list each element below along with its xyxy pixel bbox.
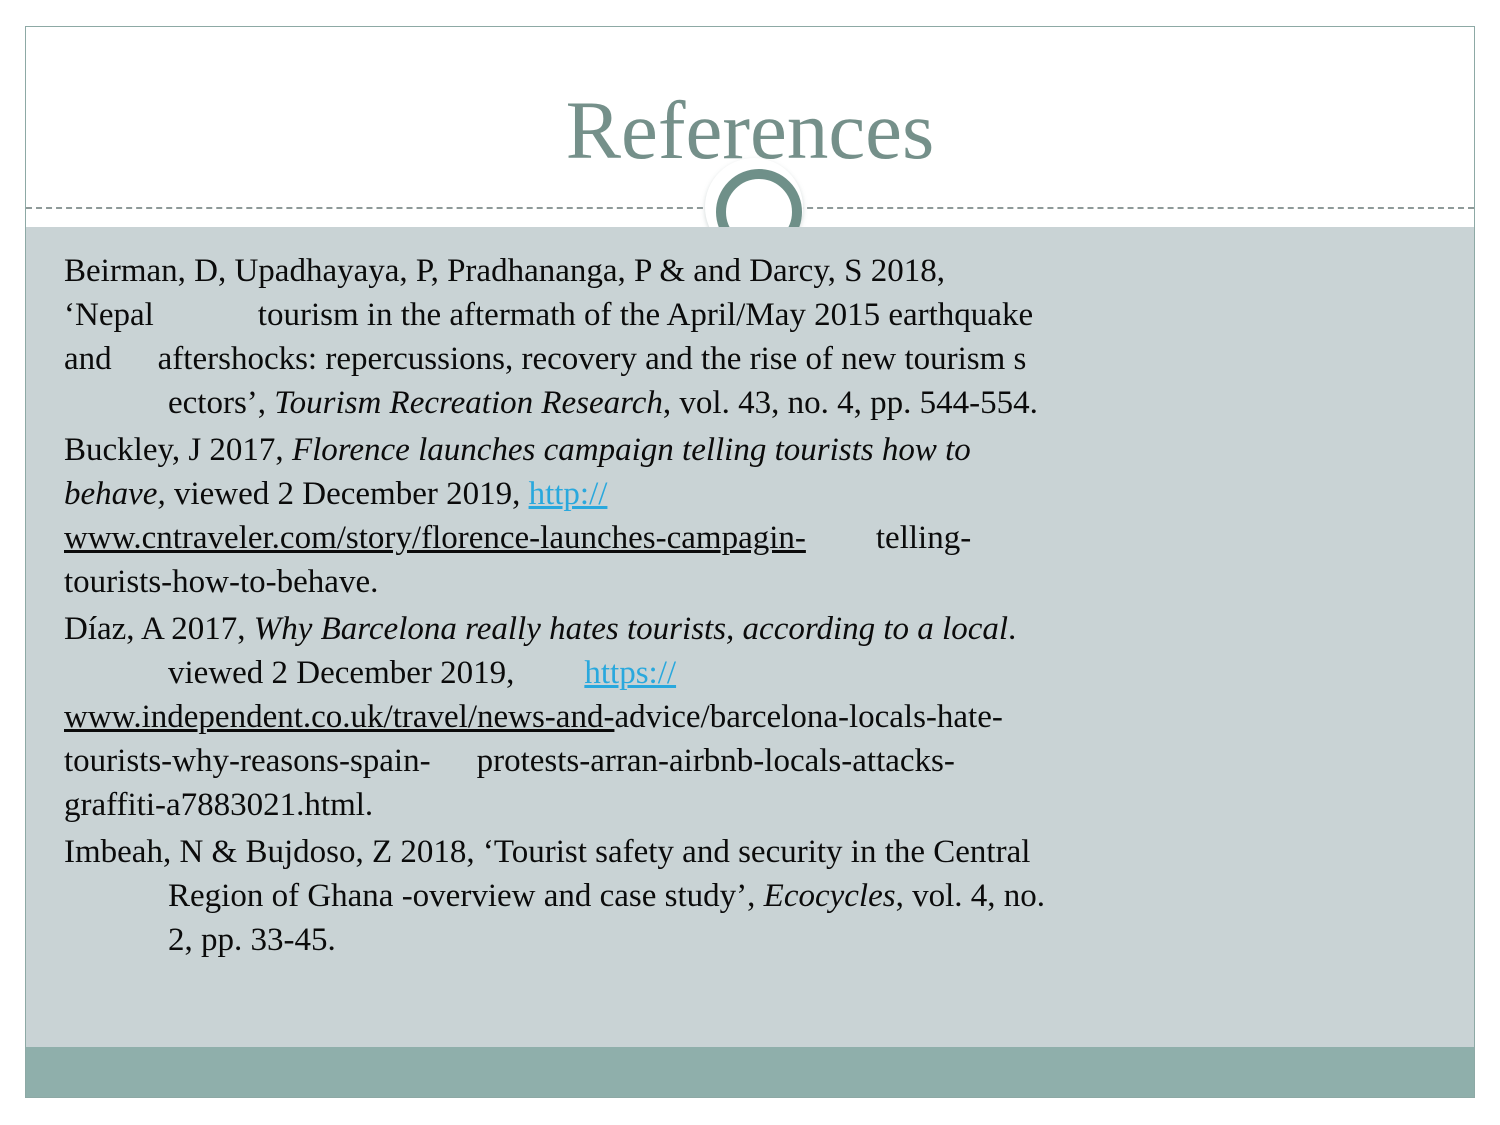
- reference-hyperlink[interactable]: https://: [584, 655, 676, 691]
- footer-band: [26, 1047, 1474, 1097]
- reference-entry: Buckley, J 2017, Florence launches campa…: [64, 428, 1444, 604]
- reference-text: aftershocks: repercussions, recovery and…: [157, 341, 1027, 377]
- reference-title-italic: Tourism Recreation Research: [274, 385, 663, 421]
- reference-text: ‘Nepal: [64, 297, 154, 333]
- reference-text: viewed 2 December 2019,: [165, 476, 529, 512]
- reference-text: Beirman, D, Upadhayaya, P, Pradhananga, …: [64, 253, 946, 289]
- reference-title-italic: Why Barcelona really hates tourists, acc…: [253, 611, 1009, 647]
- reference-entry: Díaz, A 2017, Why Barcelona really hates…: [64, 607, 1444, 827]
- references-body: Beirman, D, Upadhayaya, P, Pradhananga, …: [26, 227, 1474, 1047]
- reference-text: Imbeah, N & Bujdoso, Z 2018, ‘Tourist sa…: [64, 834, 1031, 870]
- reference-text: protests-arran-airbnb-locals-attacks-: [476, 743, 955, 779]
- reference-text: , vol. 43, no. 4, pp. 544-554.: [662, 385, 1038, 421]
- reference-entry: Imbeah, N & Bujdoso, Z 2018, ‘Tourist sa…: [64, 830, 1444, 962]
- reference-text: tourists-why-reasons-spain-: [64, 743, 431, 779]
- reference-text: .: [1008, 611, 1017, 647]
- reference-text: advice/barcelona-locals-hate-: [614, 699, 1003, 735]
- presentation-slide: References Beirman, D, Upadhayaya, P, Pr…: [25, 26, 1475, 1098]
- reference-url-underlined[interactable]: www.independent.co.uk/travel/news-and-: [64, 699, 614, 735]
- reference-text: 2, pp. 33-45.: [168, 922, 336, 958]
- reference-text: viewed 2 December 2019,: [168, 655, 515, 691]
- reference-text: , vol. 4, no.: [895, 878, 1045, 914]
- reference-text: tourism in the aftermath of the April/Ma…: [257, 297, 1034, 333]
- reference-entry: Beirman, D, Upadhayaya, P, Pradhananga, …: [64, 249, 1444, 425]
- reference-title-italic: Ecocycles: [763, 878, 896, 914]
- reference-text: tourists-how-to-behave.: [64, 564, 379, 600]
- reference-text: Díaz, A 2017,: [64, 611, 254, 647]
- reference-title-italic: behave,: [64, 476, 166, 512]
- reference-text: ectors’,: [168, 385, 275, 421]
- reference-title-italic: Florence launches campaign telling touri…: [291, 432, 971, 468]
- reference-url-underlined[interactable]: www.cntraveler.com/story/florence-launch…: [64, 520, 806, 556]
- reference-text: graffiti-a7883021.html.: [64, 787, 374, 823]
- reference-hyperlink[interactable]: http://: [529, 476, 608, 512]
- reference-text: Region of Ghana -overview and case study…: [168, 878, 764, 914]
- reference-text: and: [64, 341, 112, 377]
- reference-list: Beirman, D, Upadhayaya, P, Pradhananga, …: [64, 249, 1444, 962]
- reference-text: Buckley, J 2017,: [64, 432, 292, 468]
- reference-text: telling-: [875, 520, 972, 556]
